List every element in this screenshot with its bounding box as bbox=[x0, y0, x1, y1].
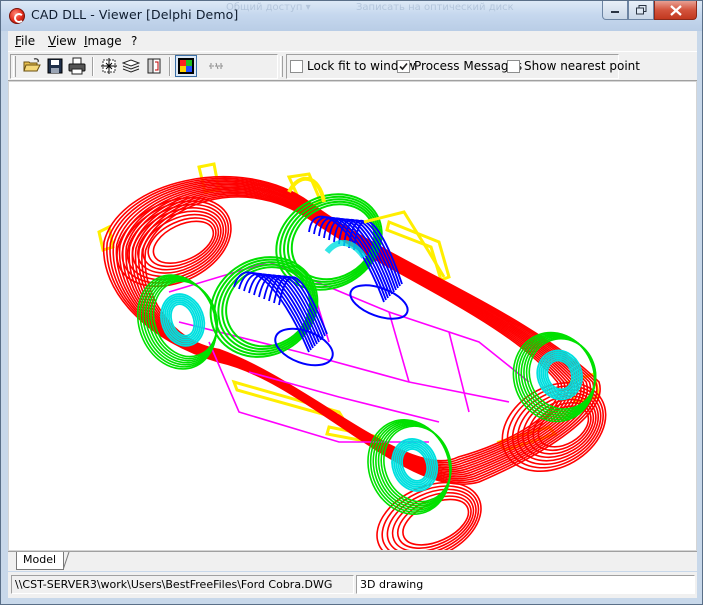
menu-help[interactable]: ? bbox=[131, 34, 137, 48]
print-icon[interactable] bbox=[68, 57, 86, 75]
title-bar[interactable]: CAD DLL - Viewer [Delphi Demo] Общий дос… bbox=[1, 1, 702, 31]
close-button[interactable] bbox=[654, 1, 697, 20]
crop-icon[interactable] bbox=[145, 57, 163, 75]
checkmark-icon bbox=[399, 62, 408, 70]
lock-fit-box[interactable] bbox=[290, 59, 303, 73]
show-nearest-checkbox[interactable]: Show nearest point bbox=[507, 58, 640, 74]
color-button[interactable] bbox=[175, 55, 197, 77]
toolbar-grip[interactable] bbox=[13, 56, 16, 77]
seat-surround-left bbox=[225, 266, 311, 348]
drawing-canvas[interactable] bbox=[8, 81, 697, 563]
toolbar-separator-2 bbox=[169, 57, 171, 76]
fit-icon[interactable] bbox=[100, 57, 118, 75]
maximize-button[interactable] bbox=[628, 1, 654, 20]
toolbar-separator bbox=[92, 57, 94, 76]
close-icon bbox=[669, 4, 682, 16]
layers-icon[interactable] bbox=[122, 57, 140, 75]
window-title: CAD DLL - Viewer [Delphi Demo] bbox=[31, 7, 239, 22]
status-bar: \\CST-SERVER3\work\Users\BestFreeFiles\F… bbox=[8, 572, 697, 598]
show-nearest-label: Show nearest point bbox=[524, 59, 640, 73]
toolbar-grip-2[interactable] bbox=[280, 56, 283, 77]
status-mode: 3D drawing bbox=[356, 575, 695, 594]
open-icon[interactable] bbox=[23, 57, 41, 75]
status-file-path: \\CST-SERVER3\work\Users\BestFreeFiles\F… bbox=[11, 575, 354, 594]
minimize-button[interactable] bbox=[602, 1, 628, 20]
process-messages-label: Process Messages bbox=[414, 59, 523, 73]
cad-drawing-ford-cobra[interactable] bbox=[9, 82, 696, 563]
seat-right-cushion bbox=[349, 284, 409, 320]
restore-icon bbox=[635, 5, 646, 15]
app-icon[interactable] bbox=[9, 8, 25, 24]
process-messages-checkbox[interactable]: Process Messages bbox=[397, 58, 522, 74]
frame-member bbox=[248, 371, 440, 423]
background-tab-burn: Записать на оптический диск bbox=[356, 2, 514, 13]
measure-icon[interactable] bbox=[207, 57, 225, 75]
save-icon[interactable] bbox=[46, 57, 64, 75]
tab-model[interactable]: Model bbox=[16, 552, 64, 570]
menu-file[interactable]: File bbox=[15, 34, 35, 48]
process-messages-box[interactable] bbox=[397, 59, 410, 73]
layout-tabs: Model bbox=[8, 551, 697, 571]
background-tab-share: Общий доступ ▾ bbox=[226, 2, 311, 13]
toolbar: Lock fit to window Process Messages Show… bbox=[8, 51, 697, 81]
tab-edge bbox=[63, 552, 70, 570]
minimize-icon bbox=[611, 11, 619, 13]
menu-view[interactable]: View bbox=[48, 34, 76, 48]
menu-image[interactable]: Image bbox=[84, 34, 122, 48]
app-window: CAD DLL - Viewer [Delphi Demo] Общий дос… bbox=[0, 0, 703, 605]
menu-bar: File View Image ? bbox=[8, 31, 697, 51]
color-icon bbox=[178, 58, 194, 74]
show-nearest-box[interactable] bbox=[507, 59, 520, 73]
